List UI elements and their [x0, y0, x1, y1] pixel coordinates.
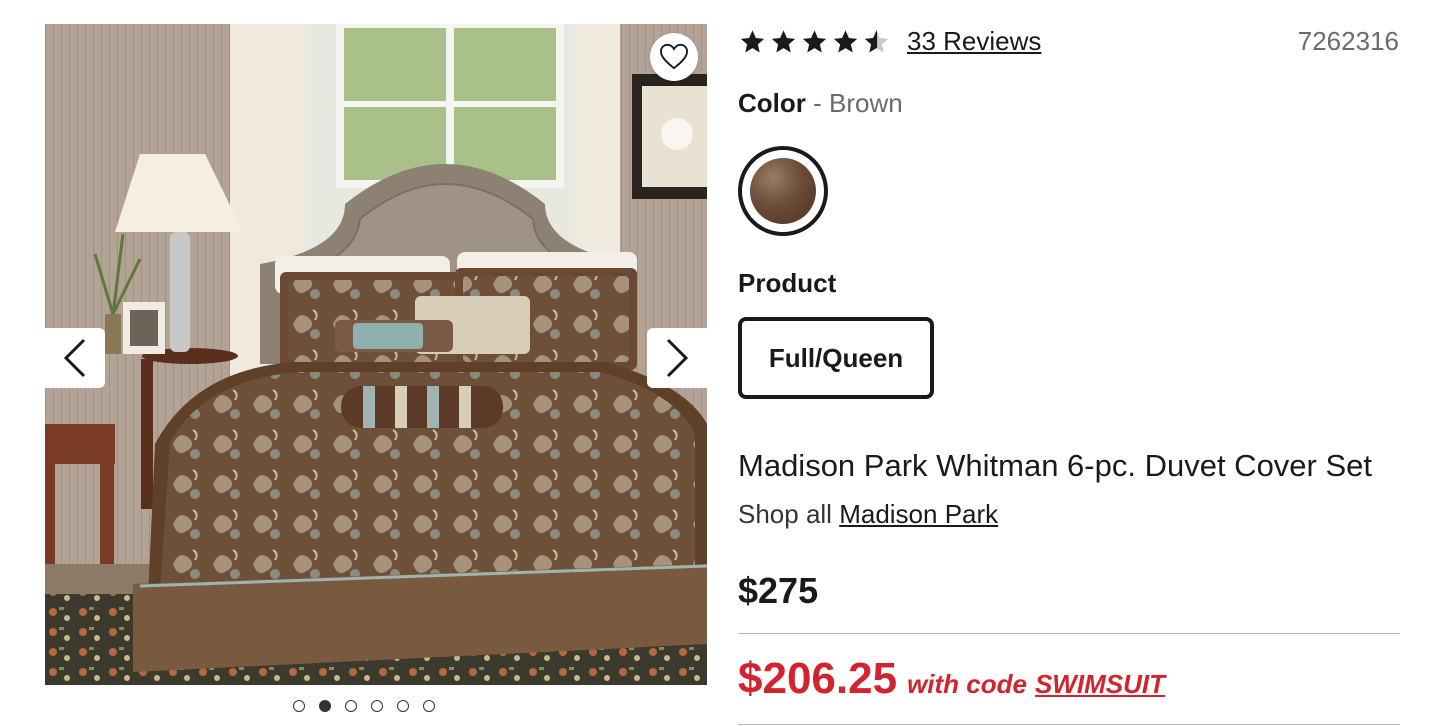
product-title: Madison Park Whitman 6-pc. Duvet Cover S…	[738, 448, 1373, 483]
star-icon	[771, 29, 796, 52]
star-icon	[740, 29, 765, 52]
color-label: Color - Brown	[738, 88, 903, 119]
sale-price: $206.25	[738, 654, 898, 703]
divider	[738, 633, 1400, 634]
half-star-icon	[864, 29, 889, 52]
reviews-link[interactable]: 33 Reviews	[907, 26, 1041, 57]
product-image	[45, 24, 707, 685]
sale-price-row: $206.25 with code SWIMSUIT	[738, 654, 1165, 704]
divider	[738, 724, 1400, 725]
gallery-dot[interactable]	[345, 700, 357, 712]
chevron-right-icon	[666, 338, 689, 378]
gallery-dot[interactable]	[293, 700, 305, 712]
brand-link[interactable]: Madison Park	[839, 499, 998, 529]
star-icon	[833, 29, 858, 52]
color-value: Brown	[829, 88, 903, 118]
gallery-dot[interactable]	[371, 700, 383, 712]
next-image-button[interactable]	[647, 328, 707, 388]
size-option-full-queen[interactable]: Full/Queen	[738, 317, 934, 399]
brand-prefix: Shop all	[738, 499, 832, 529]
sale-note: with code	[907, 669, 1027, 699]
swatch-image	[750, 158, 816, 224]
gallery-pagination	[293, 700, 435, 716]
gallery-dot[interactable]	[423, 700, 435, 712]
star-icon	[802, 29, 827, 52]
chevron-left-icon	[63, 338, 86, 378]
gallery-dot[interactable]	[397, 700, 409, 712]
brand-row: Shop all Madison Park	[738, 499, 998, 530]
gallery-dot-active[interactable]	[319, 700, 331, 712]
promo-code-link[interactable]: SWIMSUIT	[1035, 669, 1165, 700]
star-rating	[738, 28, 891, 56]
wishlist-button[interactable]	[650, 33, 698, 81]
product-option-label: Product	[738, 268, 837, 298]
product-sku: 7262316	[1297, 26, 1399, 56]
rating-row: 33 Reviews	[738, 26, 1041, 57]
previous-image-button[interactable]	[45, 328, 105, 388]
original-price: $275	[738, 570, 819, 611]
color-swatch-brown[interactable]	[738, 146, 828, 236]
color-label-text: Color	[738, 88, 806, 118]
heart-icon	[659, 43, 689, 70]
color-separator: -	[805, 88, 829, 118]
product-image-gallery	[45, 24, 707, 685]
